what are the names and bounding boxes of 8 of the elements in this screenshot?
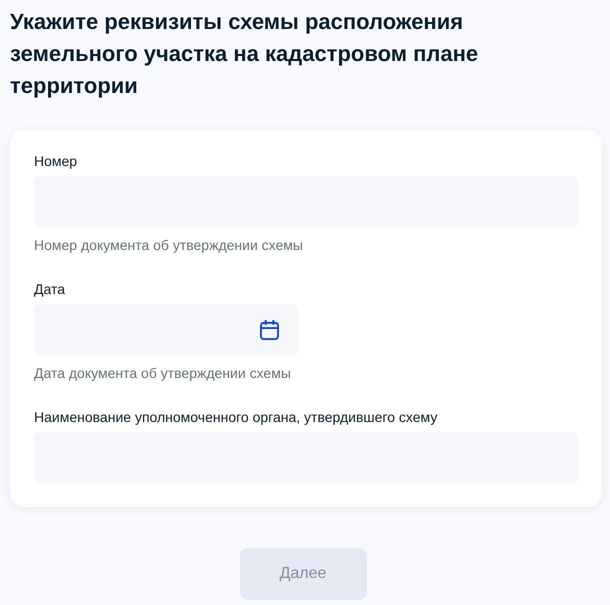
field-label: Наименование уполномоченного органа, утвердившего схему — [34, 408, 438, 427]
calendar-icon[interactable] — [260, 320, 279, 340]
field-hint: Номер документа об утверждении схемы — [34, 236, 303, 255]
field-hint: Дата документа об утверждении схемы — [34, 364, 291, 383]
field-label: Номер — [34, 152, 78, 171]
field-label: Дата — [34, 280, 66, 299]
date-field[interactable] — [34, 304, 298, 356]
page-title: Укажите реквизиты схемы расположения земельного участка на кадастровом плане территории — [10, 8, 480, 100]
